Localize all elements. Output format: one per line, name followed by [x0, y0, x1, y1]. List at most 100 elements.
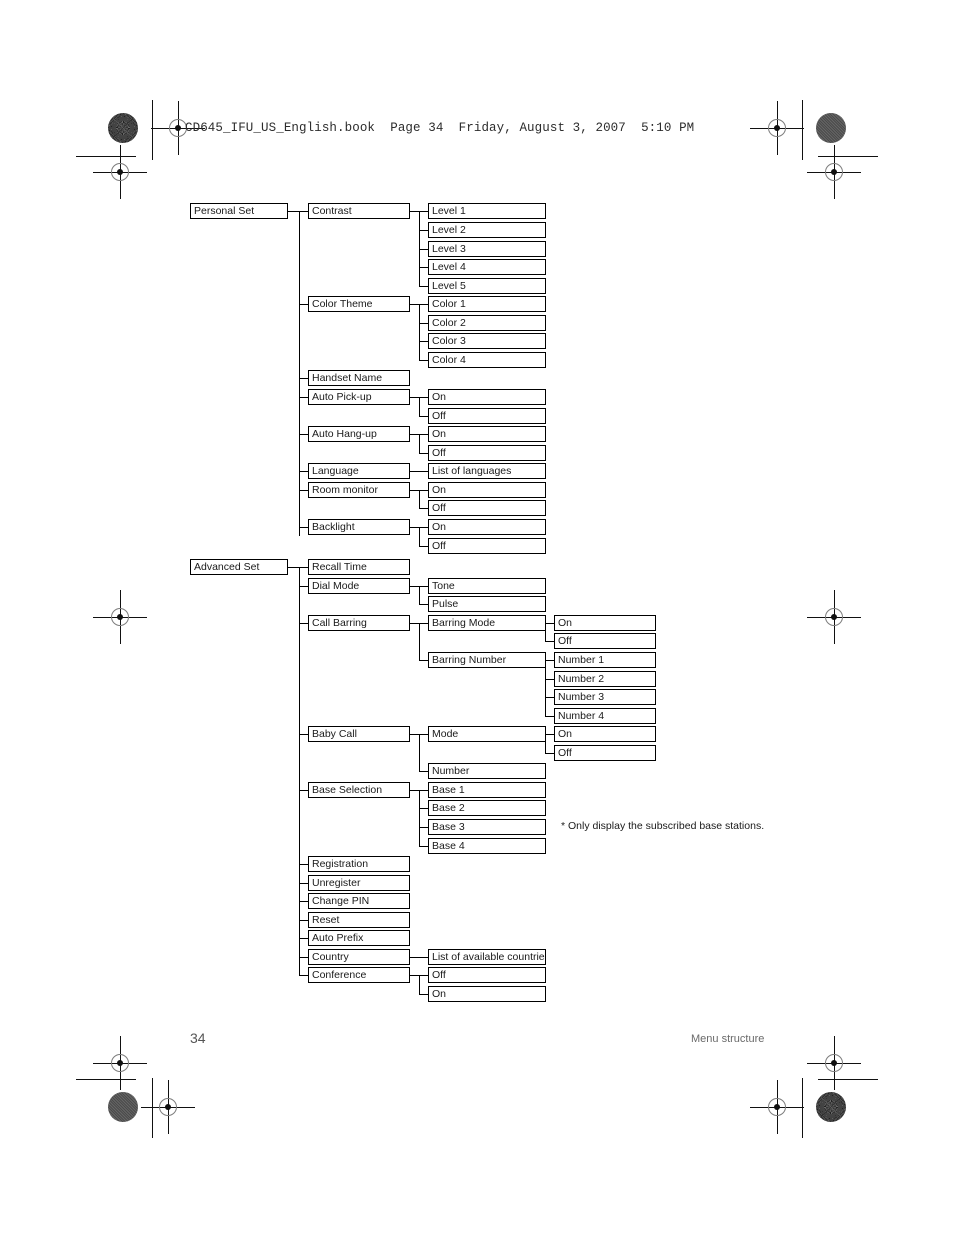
menu-node-dial-mode: Dial Mode — [308, 578, 410, 594]
tree-connector — [299, 623, 308, 624]
menu-node-backlight: Backlight — [308, 519, 410, 535]
tree-connector — [419, 267, 428, 268]
tree-connector — [419, 323, 428, 324]
menu-node-advanced-set: Advanced Set — [190, 559, 288, 575]
tree-connector — [419, 827, 428, 828]
menu-node-reset: Reset — [308, 912, 410, 928]
menu-node-country-list: List of available countries — [428, 949, 546, 965]
menu-node-level-5: Level 5 — [428, 278, 546, 294]
menu-node-baby-number: Number — [428, 763, 546, 779]
menu-node-number-4: Number 4 — [554, 708, 656, 724]
tree-connector — [419, 453, 428, 454]
menu-node-level-4: Level 4 — [428, 259, 546, 275]
tree-connector — [419, 286, 428, 287]
tree-connector — [410, 471, 428, 472]
menu-structure-diagram: Personal Set Contrast Level 1 Level 2 Level … — [0, 0, 954, 1235]
menu-node-room-on: On — [428, 482, 546, 498]
menu-node-base-1: Base 1 — [428, 782, 546, 798]
tree-connector — [419, 341, 428, 342]
tree-connector — [419, 623, 420, 660]
tree-connector — [545, 697, 554, 698]
menu-node-hangup-off: Off — [428, 445, 546, 461]
menu-node-base-selection: Base Selection — [308, 782, 410, 798]
menu-node-baby-off: Off — [554, 745, 656, 761]
tree-connector — [299, 490, 308, 491]
tree-connector — [419, 546, 428, 547]
menu-node-backlight-off: Off — [428, 538, 546, 554]
page-number: 34 — [190, 1030, 206, 1046]
tree-connector — [299, 378, 308, 379]
tree-connector — [419, 360, 428, 361]
menu-node-color-1: Color 1 — [428, 296, 546, 312]
tree-connector — [545, 679, 554, 680]
menu-node-color-3: Color 3 — [428, 333, 546, 349]
tree-connector — [419, 846, 428, 847]
menu-node-unregister: Unregister — [308, 875, 410, 891]
tree-connector — [545, 641, 554, 642]
tree-connector — [299, 527, 308, 528]
menu-node-recall-time: Recall Time — [308, 559, 410, 575]
tree-connector — [299, 734, 308, 735]
tree-connector — [299, 471, 308, 472]
tree-connector — [419, 604, 428, 605]
menu-node-color-2: Color 2 — [428, 315, 546, 331]
menu-node-country: Country — [308, 949, 410, 965]
menu-node-level-1: Level 1 — [428, 203, 546, 219]
menu-node-room-off: Off — [428, 500, 546, 516]
menu-node-color-theme: Color Theme — [308, 296, 410, 312]
menu-node-auto-prefix: Auto Prefix — [308, 930, 410, 946]
tree-connector — [299, 883, 308, 884]
menu-node-pickup-on: On — [428, 389, 546, 405]
menu-node-level-3: Level 3 — [428, 241, 546, 257]
menu-node-call-barring: Call Barring — [308, 615, 410, 631]
tree-connector — [299, 938, 308, 939]
tree-connector — [410, 957, 428, 958]
tree-connector — [299, 434, 308, 435]
footer-caption: Menu structure — [691, 1033, 765, 1045]
tree-connector — [419, 397, 420, 416]
footnote-base-stations: * Only display the subscribed base stati… — [561, 820, 765, 832]
tree-connector — [419, 304, 420, 360]
menu-node-conf-on: On — [428, 986, 546, 1002]
tree-connector — [419, 249, 428, 250]
menu-node-base-2: Base 2 — [428, 800, 546, 816]
menu-node-tone: Tone — [428, 578, 546, 594]
menu-node-language: Language — [308, 463, 410, 479]
menu-node-hangup-on: On — [428, 426, 546, 442]
tree-connector — [299, 975, 308, 976]
menu-node-change-pin: Change PIN — [308, 893, 410, 909]
tree-connector — [288, 211, 308, 212]
menu-node-barring-number: Barring Number — [428, 652, 546, 668]
tree-connector — [299, 864, 308, 865]
menu-node-pickup-off: Off — [428, 408, 546, 424]
tree-connector — [419, 660, 428, 661]
tree-connector — [545, 753, 554, 754]
menu-node-base-3: Base 3 — [428, 819, 546, 835]
tree-connector — [419, 771, 428, 772]
tree-connector — [419, 586, 420, 604]
menu-node-number-3: Number 3 — [554, 689, 656, 705]
tree-connector — [419, 434, 420, 453]
menu-node-pulse: Pulse — [428, 596, 546, 612]
menu-node-barring-mode: Barring Mode — [428, 615, 546, 631]
tree-connector — [299, 790, 308, 791]
tree-connector — [419, 994, 428, 995]
menu-node-level-2: Level 2 — [428, 222, 546, 238]
menu-node-room-monitor: Room monitor — [308, 482, 410, 498]
tree-connector — [299, 304, 308, 305]
menu-node-contrast: Contrast — [308, 203, 410, 219]
tree-connector — [419, 808, 428, 809]
tree-connector — [419, 508, 428, 509]
tree-connector — [545, 660, 546, 716]
menu-node-barring-off: Off — [554, 633, 656, 649]
tree-connector — [299, 586, 308, 587]
tree-connector — [419, 416, 428, 417]
tree-connector — [299, 211, 300, 536]
menu-node-baby-call: Baby Call — [308, 726, 410, 742]
tree-connector — [299, 901, 308, 902]
tree-connector — [288, 567, 308, 568]
tree-connector — [299, 567, 300, 976]
tree-connector — [419, 527, 420, 546]
tree-connector — [419, 230, 428, 231]
menu-node-number-1: Number 1 — [554, 652, 656, 668]
